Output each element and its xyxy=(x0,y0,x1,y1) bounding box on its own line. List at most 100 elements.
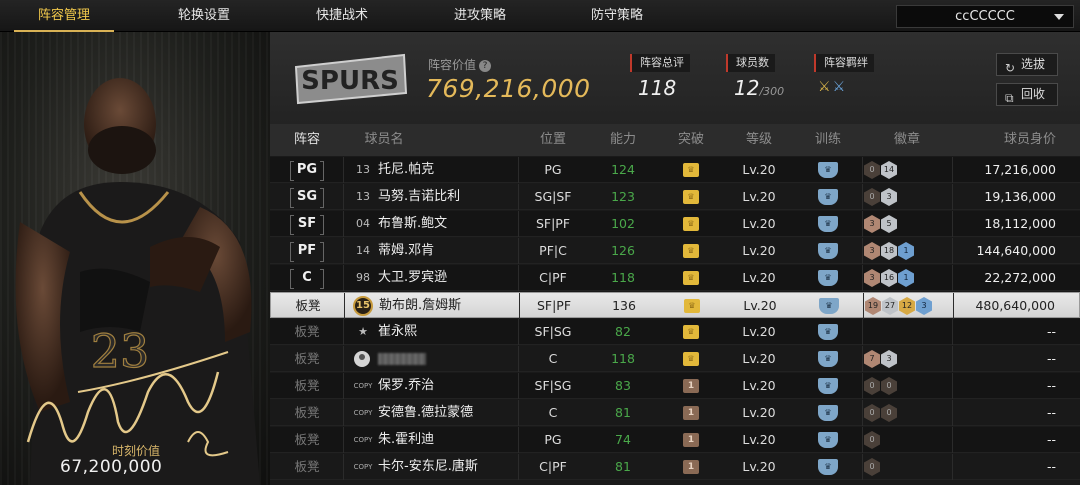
player-level: Lv.20 xyxy=(742,459,776,474)
player-ability: 102 xyxy=(611,216,635,231)
col-training[interactable]: 训练 xyxy=(794,124,862,156)
tab-rotation-settings[interactable]: 轮换设置 xyxy=(154,0,254,32)
player-salary: 22,272,000 xyxy=(984,270,1056,285)
col-position[interactable]: 位置 xyxy=(518,124,588,156)
player-name[interactable]: 勒布朗.詹姆斯 xyxy=(379,293,461,319)
player-name[interactable]: 蒂姆.邓肯 xyxy=(378,238,434,264)
badge-list[interactable]: 0 xyxy=(864,431,881,449)
badge-list[interactable]: 3 16 1 xyxy=(864,269,915,287)
badge-icon: 1 xyxy=(898,242,914,260)
jersey-number-badge: 15 xyxy=(353,296,373,316)
copy-player-icon: COPY xyxy=(353,382,373,390)
crown-icon[interactable]: ♕ xyxy=(683,244,699,258)
table-row[interactable]: 板凳 COPY 朱.霍利迪 PG 74 1 Lv.20 ♛ 0 -- xyxy=(270,427,1080,453)
training-shield-icon[interactable]: ♛ xyxy=(818,189,838,205)
roster-table-header: 阵容 球员名 位置 能力 突破 等级 训练 徽章 球员身价 xyxy=(270,124,1080,156)
training-shield-icon[interactable]: ♛ xyxy=(819,298,839,314)
player-level: Lv.20 xyxy=(742,270,776,285)
breakthrough-level-icon[interactable]: 1 xyxy=(683,379,699,393)
player-position: SF|PF xyxy=(535,216,571,231)
crown-icon[interactable]: ♕ xyxy=(684,299,700,313)
player-name[interactable]: 保罗.乔治 xyxy=(378,373,434,399)
breakthrough-level-icon[interactable]: 1 xyxy=(683,406,699,420)
training-shield-icon[interactable]: ♛ xyxy=(818,432,838,448)
player-icon: ★ xyxy=(358,325,368,338)
col-lineup[interactable]: 阵容 xyxy=(270,124,344,156)
col-badges[interactable]: 徽章 xyxy=(862,124,952,156)
training-shield-icon[interactable]: ♛ xyxy=(818,378,838,394)
training-shield-icon[interactable]: ♛ xyxy=(818,405,838,421)
table-row[interactable]: C 98 大卫.罗宾逊 C|PF 118 ♕ Lv.20 ♛ 3 16 1 22,272,000 xyxy=(270,265,1080,291)
bond-blue-icon: ⚔ xyxy=(832,79,848,95)
player-level: Lv.20 xyxy=(742,216,776,231)
jersey-number: 13 xyxy=(356,190,370,203)
table-row[interactable]: PG 13 托尼.帕克 PG 124 ♕ Lv.20 ♛ 0 14 17,216,000 xyxy=(270,157,1080,183)
badge-list[interactable]: 00 xyxy=(864,377,898,395)
badge-icon: 1 xyxy=(898,269,914,287)
help-icon[interactable]: ? xyxy=(479,60,492,72)
col-breakthrough[interactable]: 突破 xyxy=(658,124,724,156)
chevron-down-icon xyxy=(1054,14,1064,20)
badge-list[interactable]: 73 xyxy=(864,350,898,368)
player-name[interactable]: 安德鲁.德拉蒙德 xyxy=(378,400,473,426)
bond-gold-icon: ⚔ xyxy=(818,79,833,95)
col-level[interactable]: 等级 xyxy=(724,124,794,156)
badge-list[interactable]: 0 xyxy=(864,458,881,476)
col-salary[interactable]: 球员身价 xyxy=(952,124,1056,156)
player-name[interactable]: 崔永熙 xyxy=(378,319,417,345)
bond-icons[interactable]: ⚔⚔ xyxy=(818,79,847,95)
col-player-name[interactable]: 球员名 xyxy=(344,124,424,156)
player-salary: -- xyxy=(1046,405,1056,420)
crown-icon[interactable]: ♕ xyxy=(683,163,699,177)
badge-list[interactable]: 00 xyxy=(864,404,898,422)
tab-quick-tactics[interactable]: 快捷战术 xyxy=(292,0,392,32)
tab-offense-strategy[interactable]: 进攻策略 xyxy=(430,0,530,32)
crown-icon[interactable]: ♕ xyxy=(683,271,699,285)
top-nav: 阵容管理 轮换设置 快捷战术 进攻策略 防守策略 ccCCCCC xyxy=(0,0,1080,32)
table-row[interactable]: 板凳 COPY 保罗.乔治 SF|SG 83 1 Lv.20 ♛ 0 0 -- xyxy=(270,373,1080,399)
player-name[interactable]: 卡尔-安东尼.唐斯 xyxy=(378,454,478,480)
training-shield-icon[interactable]: ♛ xyxy=(818,243,838,259)
badge-list[interactable]: 3 18 1 xyxy=(864,242,915,260)
select-button[interactable]: ↻ 选拔 xyxy=(996,53,1058,76)
training-shield-icon[interactable]: ♛ xyxy=(818,270,838,286)
crown-icon[interactable]: ♕ xyxy=(683,190,699,204)
player-name[interactable]: 布鲁斯.鲍文 xyxy=(378,211,447,237)
training-shield-icon[interactable]: ♛ xyxy=(818,459,838,475)
badge-list[interactable]: 19 27 12 3 xyxy=(865,297,933,315)
table-row[interactable]: 板凳 COPY 安德鲁.德拉蒙德 C 81 1 Lv.20 ♛ 0 0 -- xyxy=(270,400,1080,426)
player-name[interactable]: 马努.吉诺比利 xyxy=(378,184,460,210)
training-shield-icon[interactable]: ♛ xyxy=(818,324,838,340)
crown-icon[interactable]: ♕ xyxy=(683,325,699,339)
table-row[interactable]: 板凳 15 勒布朗.詹姆斯 SF|PF 136 ♕ Lv.20 ♛ 19 27 12 3 480,640… xyxy=(270,292,1080,319)
table-row[interactable]: SF 04 布鲁斯.鲍文 SF|PF 102 ♕ Lv.20 ♛ 3 5 18,112,000 xyxy=(270,211,1080,237)
table-row[interactable]: SG 13 马努.吉诺比利 SG|SF 123 ♕ Lv.20 ♛ 0 3 19,136,000 xyxy=(270,184,1080,210)
badge-list[interactable]: 03 xyxy=(864,188,898,206)
tab-lineup-management[interactable]: 阵容管理 xyxy=(14,0,114,32)
table-row[interactable]: PF 14 蒂姆.邓肯 PF|C 126 ♕ Lv.20 ♛ 3 18 1 144,640,000 xyxy=(270,238,1080,264)
training-shield-icon[interactable]: ♛ xyxy=(818,351,838,367)
player-name[interactable]: 大卫.罗宾逊 xyxy=(378,265,447,291)
copy-player-icon: COPY xyxy=(353,436,373,444)
recycle-button[interactable]: ⧉ 回收 xyxy=(996,83,1058,106)
tab-defense-strategy[interactable]: 防守策略 xyxy=(567,0,667,32)
table-row[interactable]: 板凳 COPY 卡尔-安东尼.唐斯 C|PF 81 1 Lv.20 ♛ 0 -- xyxy=(270,454,1080,480)
col-ability[interactable]: 能力 xyxy=(588,124,658,156)
badge-list[interactable]: 0 14 xyxy=(864,161,898,179)
player-ability: 81 xyxy=(615,459,631,474)
training-shield-icon[interactable]: ♛ xyxy=(818,162,838,178)
crown-icon[interactable]: ♕ xyxy=(683,217,699,231)
team-selector-dropdown[interactable]: ccCCCCC xyxy=(896,5,1074,28)
table-row[interactable]: 板凳 C 118 ♕ Lv.20 ♛ 7 3 -- xyxy=(270,346,1080,372)
badge-list[interactable]: 35 xyxy=(864,215,898,233)
table-row[interactable]: 板凳 ★ 崔永熙 SF|SG 82 ♕ Lv.20 ♛ -- xyxy=(270,319,1080,345)
player-salary: -- xyxy=(1046,432,1056,447)
player-name[interactable]: 托尼.帕克 xyxy=(378,157,434,183)
breakthrough-level-icon[interactable]: 1 xyxy=(683,460,699,474)
featured-player-card[interactable]: 23 时刻价值 67,200,000 xyxy=(0,32,270,485)
crown-icon[interactable]: ♕ xyxy=(683,352,699,366)
player-name[interactable]: 朱.霍利迪 xyxy=(378,427,434,453)
training-shield-icon[interactable]: ♛ xyxy=(818,216,838,232)
player-salary: -- xyxy=(1046,324,1056,339)
breakthrough-level-icon[interactable]: 1 xyxy=(683,433,699,447)
